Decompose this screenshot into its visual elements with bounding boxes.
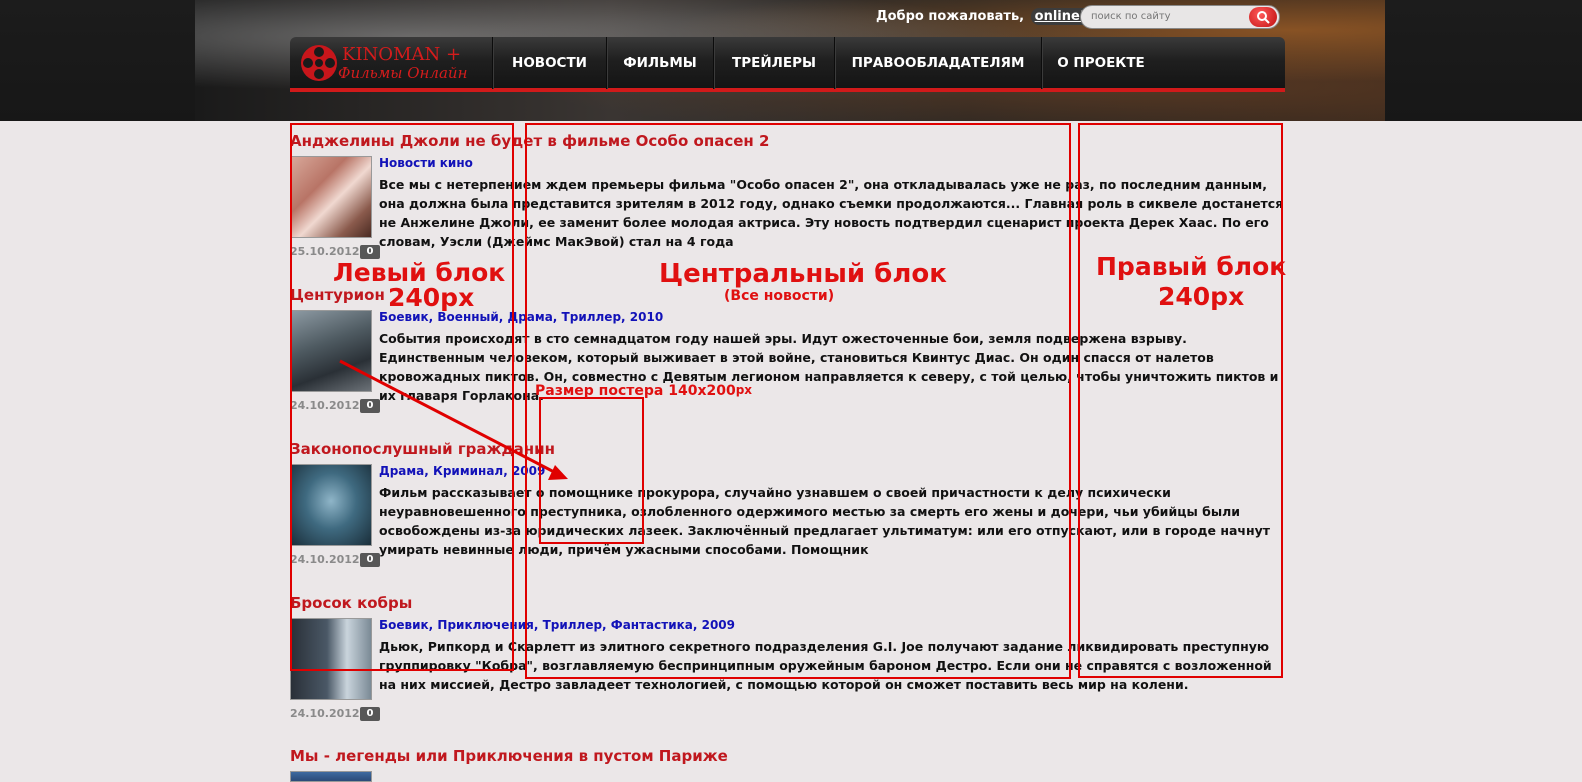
- annotation-arrow: [339, 359, 568, 480]
- arrowhead-icon: [548, 465, 568, 480]
